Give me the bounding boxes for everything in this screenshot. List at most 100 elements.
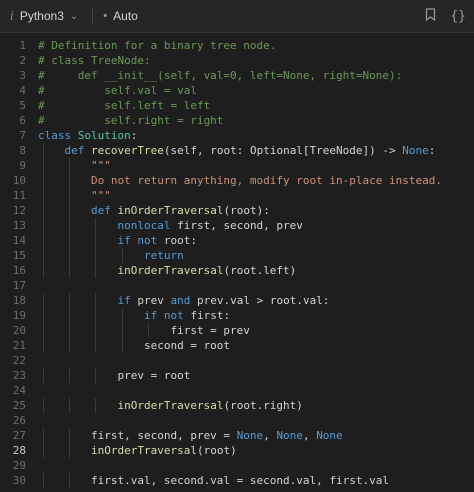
info-icon[interactable]: i	[10, 9, 14, 23]
code-text: # self.left = left	[38, 99, 211, 112]
line-number: 27	[12, 429, 26, 442]
code-line[interactable]: 14 if not root:	[0, 233, 474, 248]
code-text: # self.val = val	[38, 84, 197, 97]
braces-icon[interactable]: {}	[450, 9, 466, 24]
autocomplete-toggle[interactable]: • Auto	[103, 9, 138, 23]
line-number: 9	[19, 159, 26, 172]
line-number: 29	[12, 459, 26, 472]
code-line[interactable]: 17	[0, 278, 474, 293]
indent-guide	[69, 338, 70, 353]
code-text: # def __init__(self, val=0, left=None, r…	[38, 69, 403, 82]
line-number: 13	[12, 219, 26, 232]
code-line[interactable]: 22	[0, 353, 474, 368]
indent-guide	[95, 398, 97, 413]
indent-guide	[42, 323, 44, 338]
indent-guide	[69, 428, 70, 443]
code-line[interactable]: 21 second = root	[0, 338, 474, 353]
autocomplete-label: Auto	[113, 9, 138, 23]
line-number: 5	[19, 99, 26, 112]
line-number: 24	[12, 384, 26, 397]
line-number: 17	[12, 279, 26, 292]
line-number: 4	[19, 84, 26, 97]
code-text: # self.right = right	[38, 114, 224, 127]
indent-guide	[42, 308, 44, 323]
code-line[interactable]: 28 inOrderTraversal(root)	[0, 443, 474, 458]
code-line[interactable]: 12 def inOrderTraversal(root):	[0, 203, 474, 218]
code-text: prev = root	[38, 368, 191, 383]
code-text: nonlocal first, second, prev	[38, 218, 303, 233]
indent-guide	[69, 308, 70, 323]
code-line[interactable]: 6 # self.right = right	[0, 113, 474, 128]
indent-guide	[69, 398, 70, 413]
line-number: 8	[19, 144, 26, 157]
indent-guide	[69, 173, 70, 188]
line-number: 20	[12, 324, 26, 337]
line-number: 14	[12, 234, 26, 247]
code-line[interactable]: 20 first = prev	[0, 323, 474, 338]
code-line[interactable]: 27 first, second, prev = None, None, Non…	[0, 428, 474, 443]
line-number: 18	[12, 294, 26, 307]
indent-guide	[42, 338, 44, 353]
code-line[interactable]: 10 Do not return anything, modify root i…	[0, 173, 474, 188]
code-text: def recoverTree(self, root: Optional[Tre…	[38, 143, 435, 158]
indent-guide	[42, 263, 44, 278]
line-number: 12	[12, 204, 26, 217]
code-text: if prev and prev.val > root.val:	[38, 293, 329, 308]
indent-guide	[95, 263, 97, 278]
indent-guide	[42, 203, 44, 218]
code-line[interactable]: 4 # self.val = val	[0, 83, 474, 98]
code-line[interactable]: 7 class Solution:	[0, 128, 474, 143]
code-line[interactable]: 1 # Definition for a binary tree node.	[0, 38, 474, 53]
code-line[interactable]: 11 """	[0, 188, 474, 203]
indent-guide	[69, 323, 70, 338]
indent-guide	[95, 218, 97, 233]
line-number: 30	[12, 474, 26, 487]
indent-guide	[95, 338, 97, 353]
indent-guide	[42, 443, 44, 458]
code-line[interactable]: 2 # class TreeNode:	[0, 53, 474, 68]
language-selector[interactable]: i Python3 ⌄	[10, 9, 78, 23]
indent-guide	[42, 233, 44, 248]
code-line[interactable]: 3 # def __init__(self, val=0, left=None, …	[0, 68, 474, 83]
code-line[interactable]: 13 nonlocal first, second, prev	[0, 218, 474, 233]
code-text: inOrderTraversal(root.right)	[38, 398, 303, 413]
code-text: """	[38, 158, 111, 173]
code-text: if not root:	[38, 233, 197, 248]
indent-guide	[69, 218, 70, 233]
code-line[interactable]: 5 # self.left = left	[0, 98, 474, 113]
indent-guide	[95, 248, 97, 263]
bookmark-icon[interactable]	[425, 7, 436, 25]
code-text: class Solution:	[38, 129, 138, 142]
code-line[interactable]: 18 if prev and prev.val > root.val:	[0, 293, 474, 308]
code-text: first = prev	[38, 323, 250, 338]
indent-guide	[95, 308, 97, 323]
indent-guide	[42, 293, 44, 308]
line-number: 25	[12, 399, 26, 412]
code-line[interactable]: 15 return	[0, 248, 474, 263]
indent-guide	[69, 233, 70, 248]
code-line[interactable]: 9 """	[0, 158, 474, 173]
code-line[interactable]: 29	[0, 458, 474, 473]
code-line[interactable]: 23 prev = root	[0, 368, 474, 383]
line-number: 26	[12, 414, 26, 427]
code-line[interactable]: 25 inOrderTraversal(root.right)	[0, 398, 474, 413]
code-line[interactable]: 19 if not first:	[0, 308, 474, 323]
line-number: 2	[19, 54, 26, 67]
code-text: second = root	[38, 338, 231, 353]
code-text: def inOrderTraversal(root):	[38, 203, 270, 218]
line-number: 1	[19, 39, 26, 52]
code-line[interactable]: 26	[0, 413, 474, 428]
indent-guide	[69, 263, 70, 278]
code-line[interactable]: 24	[0, 383, 474, 398]
line-number: 11	[12, 189, 26, 202]
indent-guide	[42, 368, 44, 383]
code-line[interactable]: 16 inOrderTraversal(root.left)	[0, 263, 474, 278]
indent-guide	[95, 233, 97, 248]
code-line[interactable]: 8 def recoverTree(self, root: Optional[T…	[0, 143, 474, 158]
code-editor[interactable]: 1 # Definition for a binary tree node. 2 # …	[0, 33, 474, 488]
code-text: return	[38, 248, 184, 263]
code-line[interactable]: 30 first.val, second.val = second.val, f…	[0, 473, 474, 488]
indent-guide	[121, 248, 123, 263]
editor-toolbar: i Python3 ⌄ • Auto {}	[0, 0, 474, 33]
code-text: first.val, second.val = second.val, firs…	[38, 473, 389, 488]
